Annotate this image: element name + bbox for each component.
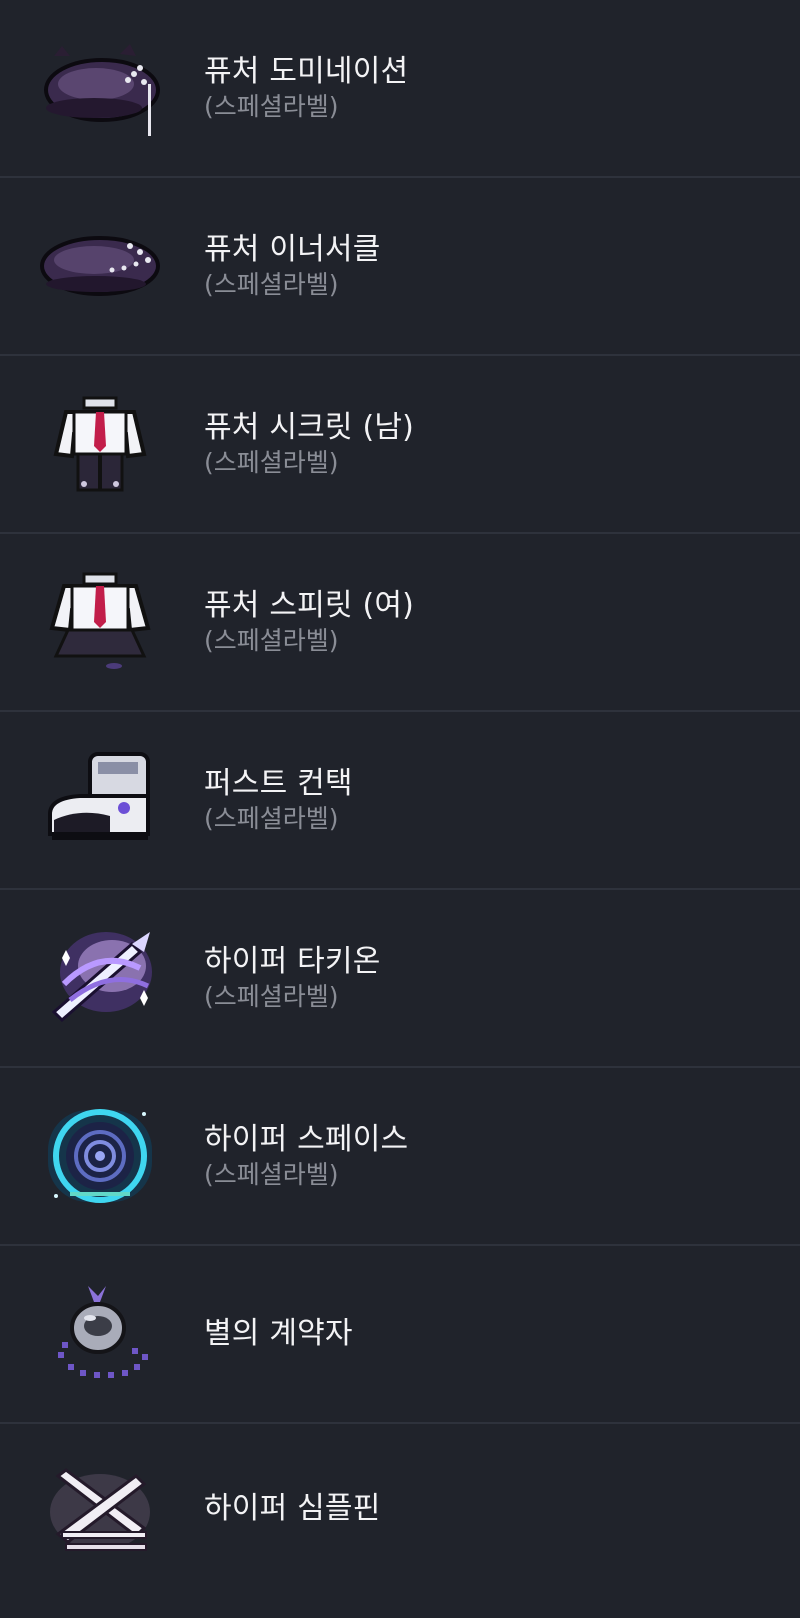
boots-icon — [40, 750, 160, 850]
item-name: 퓨처 시크릿 (남) — [204, 410, 415, 445]
list-item[interactable]: 하이퍼 스페이스 (스페셜라벨) — [0, 1068, 800, 1246]
item-list: 퓨처 도미네이션 (스페셜라벨) 퓨처 이너서클 (스페셜라벨) 퓨처 시크릿 … — [0, 0, 800, 1594]
item-label: (스페셜라벨) — [204, 92, 339, 121]
item-name: 하이퍼 심플핀 — [204, 1491, 381, 1526]
list-item[interactable]: 퓨처 스피릿 (여) (스페셜라벨) — [0, 534, 800, 712]
list-item[interactable]: 퓨처 시크릿 (남) (스페셜라벨) — [0, 356, 800, 534]
list-item[interactable]: 퓨처 이너서클 (스페셜라벨) — [0, 178, 800, 356]
hairpin-cross-icon — [40, 1462, 160, 1562]
item-label: (스페셜라벨) — [204, 448, 339, 477]
beret-dark-icon — [40, 216, 160, 316]
item-label: (스페셜라벨) — [204, 626, 339, 655]
item-label: (스페셜라벨) — [204, 1160, 339, 1189]
list-item[interactable]: 퓨처 도미네이션 (스페셜라벨) — [0, 0, 800, 178]
item-label: (스페셜라벨) — [204, 270, 339, 299]
item-name: 별의 계약자 — [204, 1316, 353, 1351]
sword-galaxy-icon — [40, 928, 160, 1028]
item-label: (스페셜라벨) — [204, 982, 339, 1011]
list-item[interactable]: 퍼스트 컨택 (스페셜라벨) — [0, 712, 800, 890]
item-label: (스페셜라벨) — [204, 804, 339, 833]
item-name: 퓨처 도미네이션 — [204, 54, 409, 89]
item-name: 하이퍼 타키온 — [204, 944, 381, 979]
item-name: 하이퍼 스페이스 — [204, 1122, 409, 1157]
school-uniform-male-icon — [40, 394, 160, 494]
portal-ring-icon — [40, 1106, 160, 1206]
list-item[interactable]: 하이퍼 심플핀 — [0, 1424, 800, 1594]
school-uniform-female-icon — [40, 572, 160, 672]
pendant-stone-icon — [40, 1284, 160, 1384]
list-item[interactable]: 하이퍼 타키온 (스페셜라벨) — [0, 890, 800, 1068]
item-name: 퍼스트 컨택 — [204, 766, 353, 801]
beret-dark-chain-icon — [40, 38, 160, 138]
item-name: 퓨처 이너서클 — [204, 232, 381, 267]
list-item[interactable]: 별의 계약자 — [0, 1246, 800, 1424]
item-name: 퓨처 스피릿 (여) — [204, 588, 415, 623]
